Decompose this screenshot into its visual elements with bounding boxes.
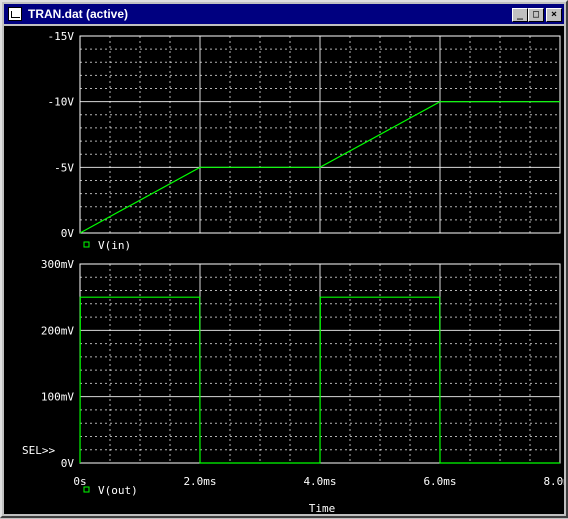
- y-tick-label: 100mV: [41, 391, 74, 404]
- y-tick-label: 0V: [61, 227, 75, 240]
- plot-vin[interactable]: -15V -10V -5V 0V V(in): [48, 30, 561, 252]
- maximize-button[interactable]: □: [528, 8, 544, 22]
- trace-vout: [79, 296, 560, 464]
- y-tick-label: -5V: [54, 161, 74, 174]
- plot-area[interactable]: -15V -10V -5V 0V V(in) 300mV 200mV 100mV 0V SEL>…: [4, 26, 568, 515]
- window-title: TRAN.dat (active): [28, 7, 129, 21]
- minimize-button[interactable]: _: [512, 8, 528, 22]
- y-tick-label: -15V: [48, 30, 75, 43]
- title-bar[interactable]: TRAN.dat (active) _ □ ×: [4, 4, 564, 24]
- x-tick-label: 8.0ms: [543, 475, 564, 488]
- x-axis: 0s 2.0ms 4.0ms 6.0ms 8.0ms Time: [73, 475, 568, 515]
- sel-marker-label: SEL>>: [22, 444, 55, 457]
- y-tick-label: -10V: [48, 96, 75, 109]
- plots-svg: -15V -10V -5V 0V V(in) 300mV 200mV 100mV 0V SEL>…: [22, 30, 568, 515]
- x-axis-title: Time: [309, 502, 336, 514]
- plot-vout[interactable]: 300mV 200mV 100mV 0V SEL>> V(out): [22, 258, 561, 497]
- x-tick-label: 2.0ms: [183, 475, 216, 488]
- x-tick-label: 0s: [73, 475, 86, 488]
- close-button[interactable]: ×: [546, 8, 562, 22]
- x-tick-label: 6.0ms: [423, 475, 456, 488]
- legend-label: V(out): [98, 484, 138, 497]
- y-tick-label: 0V: [61, 457, 75, 470]
- legend-label: V(in): [98, 239, 131, 252]
- legend-marker-icon: [83, 241, 90, 248]
- probe-window: TRAN.dat (active) _ □ × -15V -10V -5V 0V V(i…: [0, 0, 568, 518]
- y-tick-label: 200mV: [41, 324, 74, 337]
- x-tick-label: 4.0ms: [303, 475, 336, 488]
- waveform-app-icon[interactable]: [8, 7, 22, 21]
- y-tick-label: 300mV: [41, 258, 74, 271]
